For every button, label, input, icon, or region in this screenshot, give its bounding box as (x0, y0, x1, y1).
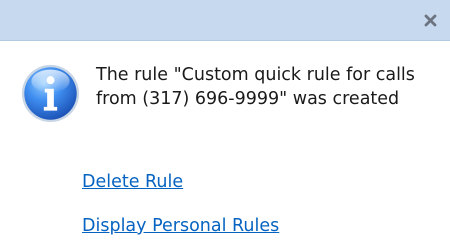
close-button[interactable] (416, 6, 444, 34)
delete-rule-link[interactable]: Delete Rule (82, 171, 183, 193)
rule-created-notification: The rule "Custom quick rule for calls fr… (0, 0, 450, 249)
info-icon (21, 64, 80, 123)
display-personal-rules-link[interactable]: Display Personal Rules (82, 215, 279, 237)
close-icon (424, 14, 437, 27)
notification-message: The rule "Custom quick rule for calls fr… (96, 65, 415, 109)
titlebar (0, 0, 450, 41)
